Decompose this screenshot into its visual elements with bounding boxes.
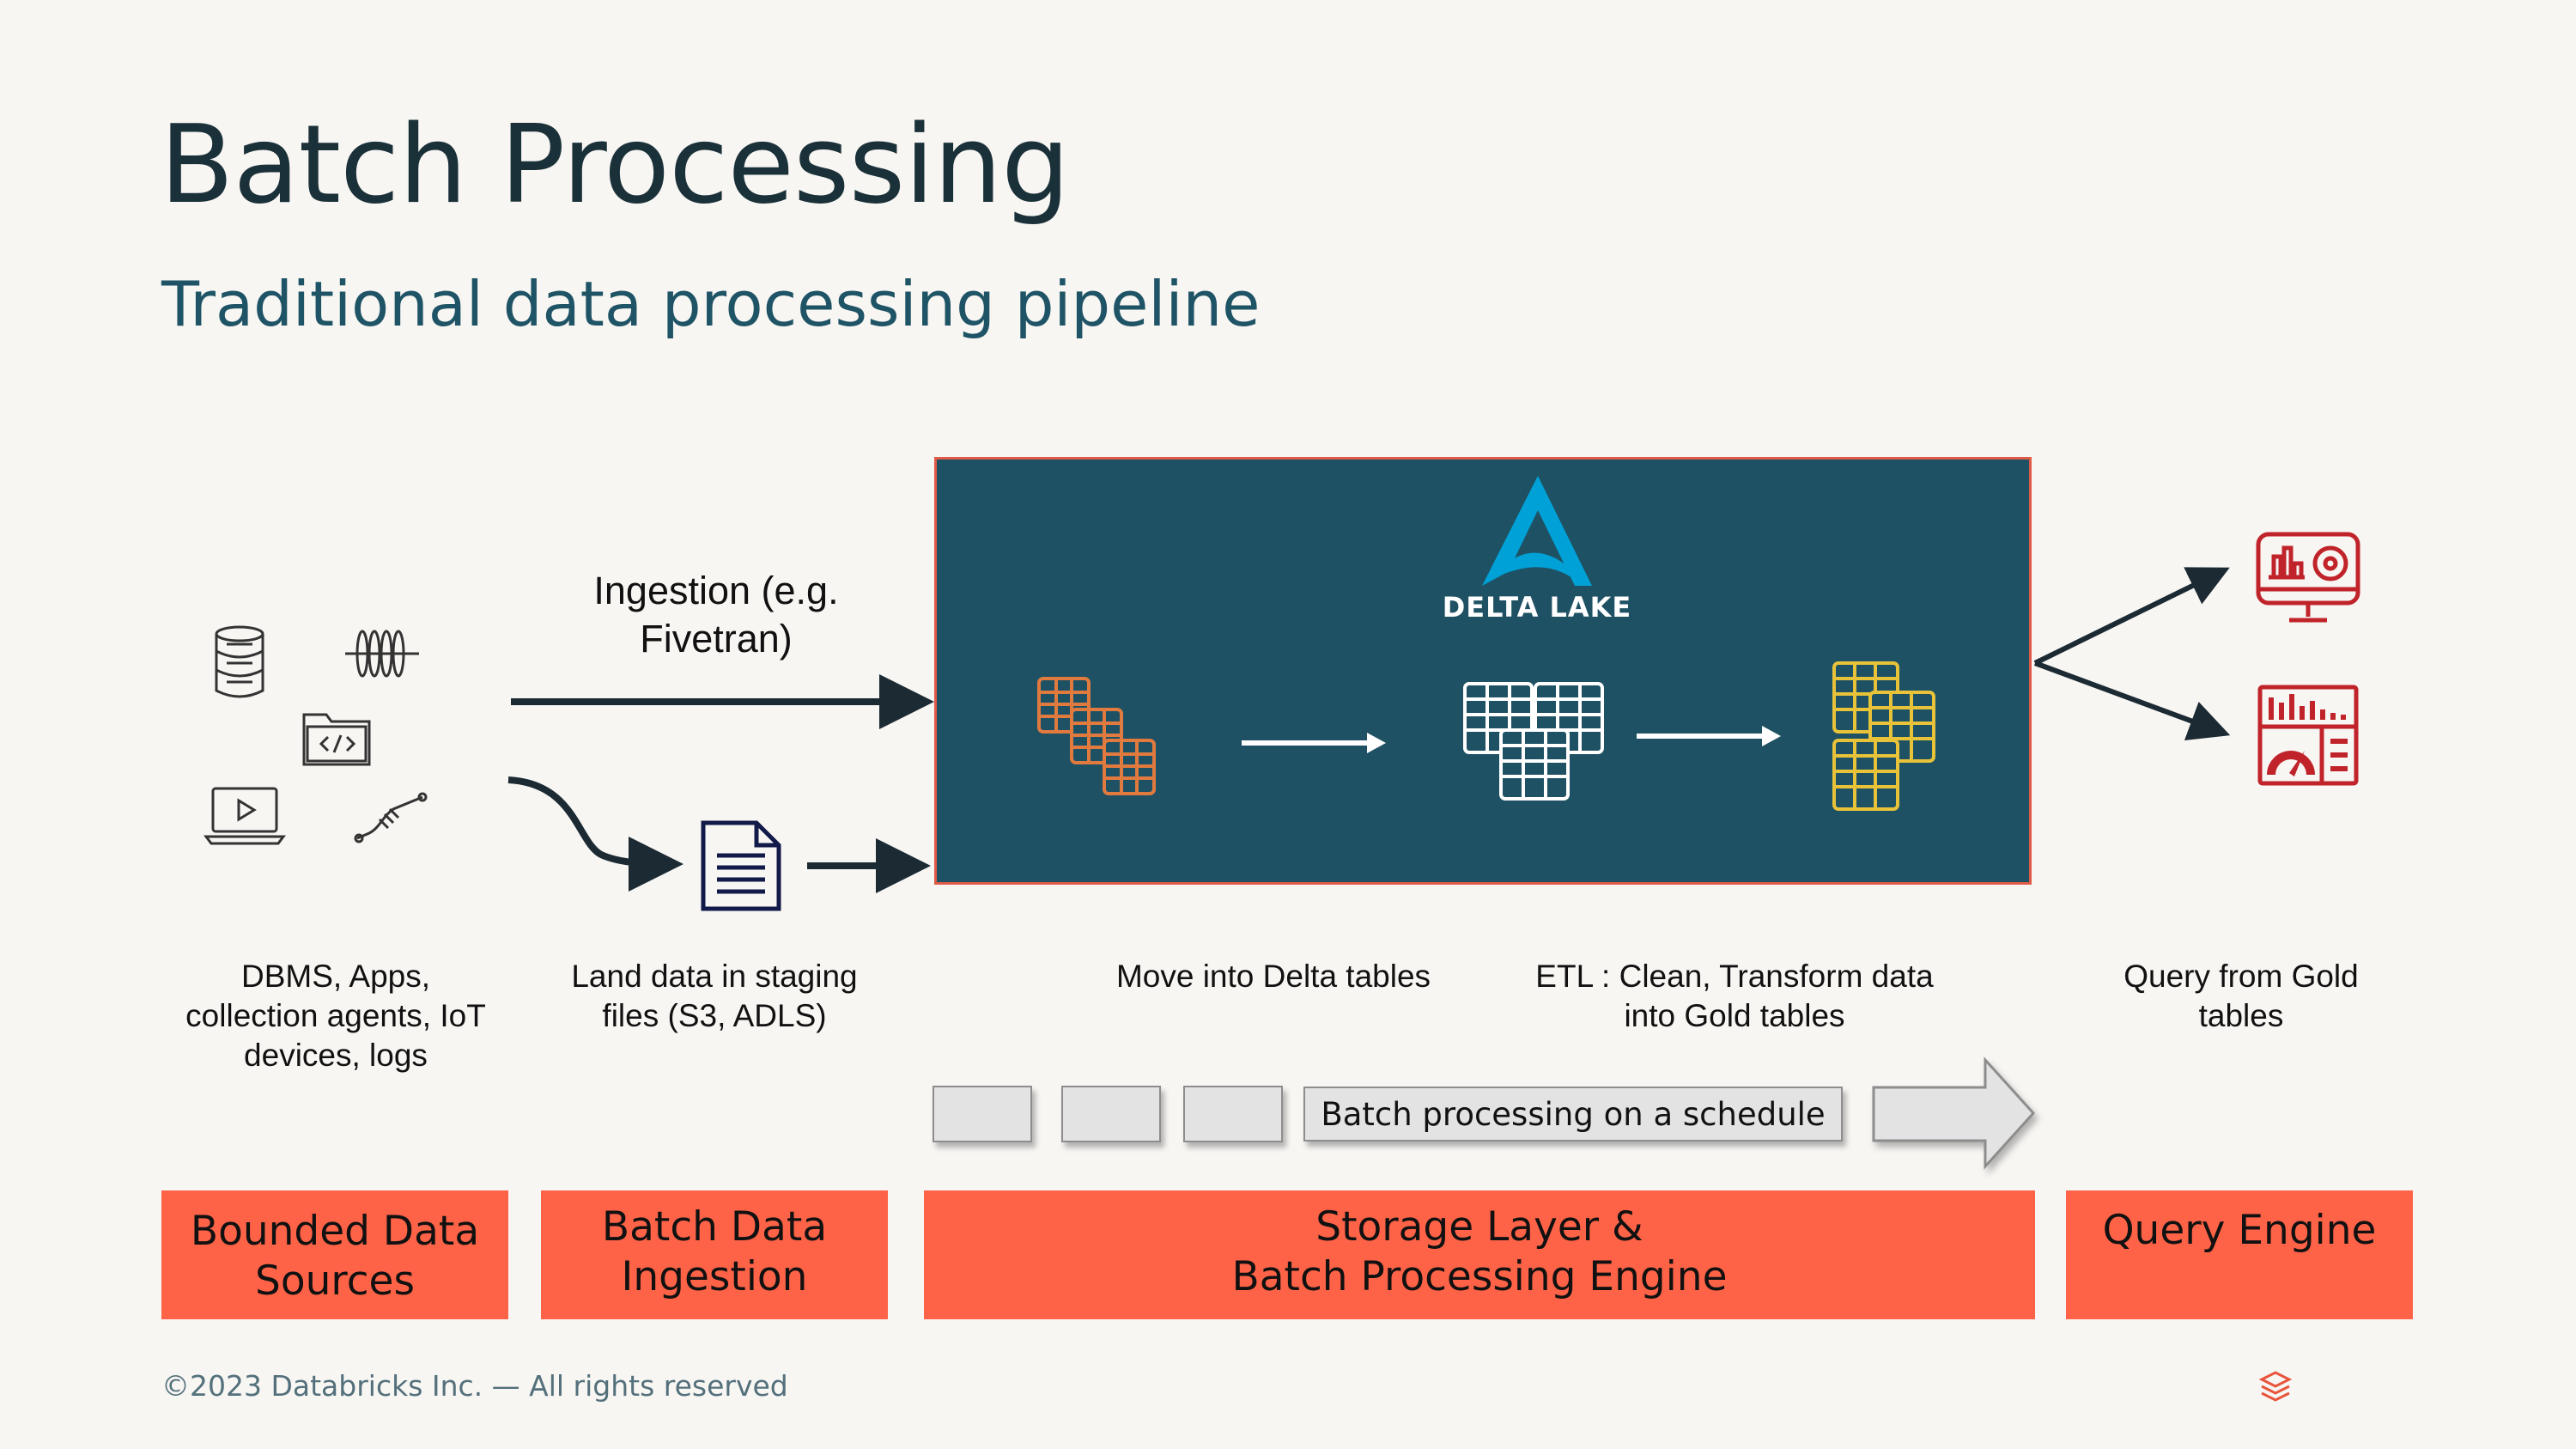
silver-to-gold-arrow: [1637, 726, 1781, 746]
document-icon: [701, 820, 781, 911]
bronze-tables-icon: [1037, 677, 1156, 795]
query-label: Query from Gold tables: [2123, 959, 2359, 1033]
delta-lake-logo-text: DELTA LAKE: [1442, 591, 1632, 624]
staging-curve-arrow: [507, 776, 683, 892]
schedule-batch-box-1: [933, 1086, 1032, 1142]
bronze-to-silver-arrow: [1242, 733, 1386, 753]
category-query-engine: Query Engine: [2066, 1190, 2413, 1319]
category-label: Batch Data Ingestion: [601, 1203, 828, 1300]
category-bounded-data-sources: Bounded Data Sources: [161, 1190, 508, 1319]
category-label: Storage Layer & Batch Processing Engine: [1231, 1203, 1728, 1300]
delta-tables-label: Move into Delta tables: [1115, 959, 1431, 994]
report-chart-icon: [2257, 685, 2359, 786]
footer-copyright: ©2023 Databricks Inc. — All rights reser…: [161, 1369, 788, 1403]
staging-label: Land data in staging files (S3, ADLS): [571, 959, 858, 1033]
category-label: Bounded Data Sources: [190, 1208, 480, 1305]
schedule-label: Batch processing on a schedule: [1321, 1095, 1826, 1133]
etl-label: ETL : Clean, Transform data into Gold ta…: [1535, 959, 1934, 1033]
category-storage-layer: Storage Layer & Batch Processing Engine: [924, 1190, 2035, 1319]
category-label: Query Engine: [2102, 1207, 2377, 1254]
dashboard-monitor-icon: [2256, 532, 2360, 623]
schedule-batch-box-3: [1183, 1086, 1283, 1142]
schedule-arrow: [1872, 1056, 2036, 1170]
query-arrow-up: [2033, 567, 2230, 666]
gold-tables-icon: [1832, 661, 1935, 811]
schedule-batch-box-2: [1061, 1086, 1161, 1142]
delta-lake-logo-icon: [1482, 476, 1592, 586]
query-arrow-down: [2033, 661, 2231, 741]
databricks-logo-icon: [2258, 1371, 2293, 1402]
sources-label: DBMS, Apps, collection agents, IoT devic…: [185, 959, 486, 1073]
category-batch-data-ingestion: Batch Data Ingestion: [541, 1190, 888, 1319]
silver-tables-icon: [1463, 682, 1604, 801]
